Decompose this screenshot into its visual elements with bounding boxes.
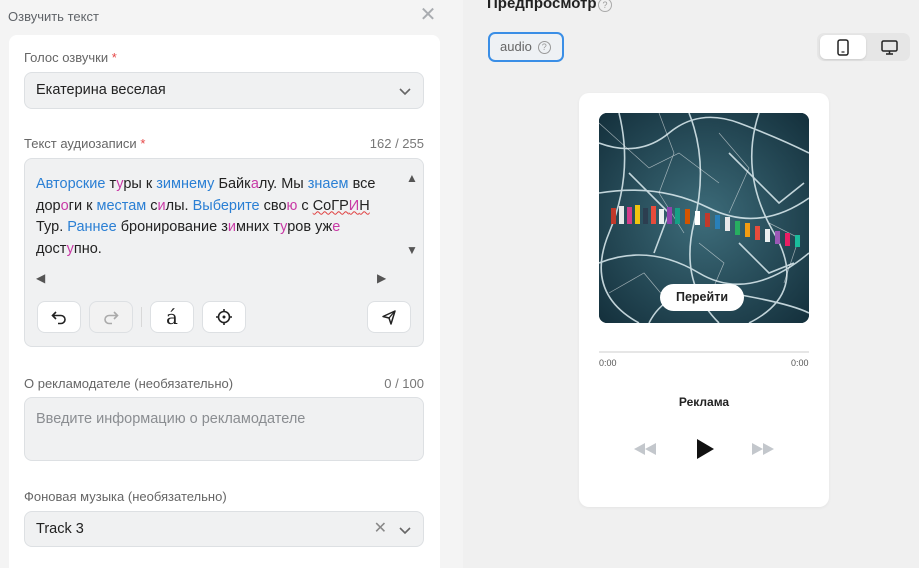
redo-button[interactable] (89, 301, 133, 333)
stress-accent-icon: á (166, 305, 178, 329)
word: Байкалу. (218, 176, 278, 192)
word: все (352, 176, 376, 192)
stress-mark[interactable]: о (61, 198, 69, 214)
voice-select[interactable]: Екатерина веселая (24, 72, 424, 109)
tab-audio-label: audio (500, 39, 532, 54)
vertical-scrollbar[interactable]: ▲ ▼ (401, 159, 423, 267)
monitor-icon (880, 39, 898, 55)
pronunciation-button[interactable] (367, 301, 411, 333)
advertiser-placeholder: Введите информацию о рекламодателе (36, 411, 306, 427)
scroll-down-icon[interactable]: ▼ (406, 243, 418, 257)
word: свою (263, 197, 298, 214)
word: бронирование (120, 219, 218, 235)
play-button[interactable] (692, 436, 718, 462)
stress-mark[interactable]: а (251, 176, 259, 192)
voiceover-panel: Озвучить текст ✕ Голос озвучки * Екатери… (0, 0, 453, 568)
highlight-word[interactable]: Авторские (36, 176, 105, 192)
stress-mark[interactable]: у (67, 241, 74, 257)
ad-label: Реклама (678, 395, 730, 409)
stress-mark[interactable]: и (158, 198, 166, 214)
crosshair-icon (216, 309, 232, 325)
word: Мы (281, 176, 304, 192)
ad-image: Перейти (599, 113, 809, 323)
stress-mark[interactable]: е (332, 219, 340, 235)
chevron-down-icon (399, 88, 411, 96)
scroll-left-icon[interactable]: ◀ (36, 271, 45, 285)
audio-text-label: Текст аудиозаписи * (24, 136, 145, 151)
device-toggle (817, 33, 910, 61)
audio-text-content[interactable]: Авторские туры к зимнему Байкалу. Мы зна… (36, 174, 396, 260)
stress-mark[interactable]: и (228, 219, 236, 235)
clear-icon[interactable]: ✕ (374, 521, 387, 537)
word: туры (109, 176, 142, 192)
preview-title: Предпросмотр (487, 0, 597, 12)
highlight-word[interactable]: Выберите (193, 198, 260, 214)
go-button[interactable]: Перейти (660, 284, 744, 311)
crosshair-button[interactable] (202, 301, 246, 333)
advertiser-counter: 0 / 100 (384, 376, 424, 391)
panel-title: Озвучить текст (8, 9, 99, 24)
chevron-down-icon (399, 527, 411, 535)
voice-label-text: Голос озвучки (24, 50, 109, 65)
rewind-icon (634, 443, 656, 455)
music-select-value: Track 3 (36, 521, 84, 537)
horizontal-scrollbar[interactable]: ◀ ▶ (25, 267, 423, 293)
time-end: 0:00 (791, 358, 809, 368)
word: Тур. (36, 219, 64, 235)
required-mark: * (111, 50, 117, 65)
undo-icon (51, 311, 66, 325)
required-mark: * (140, 136, 146, 151)
help-icon[interactable]: ? (598, 0, 612, 12)
word: силы. (150, 197, 189, 214)
music-select[interactable]: Track 3 ✕ (24, 511, 424, 547)
preview-panel: Предпросмотр ? audio? Перейти 0:00 0:00 … (463, 0, 919, 568)
fast-forward-icon (752, 443, 774, 455)
word: к (145, 176, 153, 192)
stress-accent-button[interactable]: á (150, 301, 194, 333)
scroll-right-icon[interactable]: ▶ (377, 271, 386, 285)
tab-audio[interactable]: audio? (488, 32, 564, 62)
device-mobile-button[interactable] (820, 35, 866, 59)
stress-mark[interactable]: ю (287, 198, 298, 214)
highlight-word[interactable]: знаем (308, 176, 349, 192)
audio-text-counter: 162 / 255 (369, 136, 424, 151)
device-desktop-button[interactable] (866, 35, 912, 59)
rewind-button[interactable] (632, 439, 658, 459)
word: зимних (221, 219, 270, 235)
close-icon[interactable]: ✕ (419, 5, 437, 25)
pronunciation-icon (382, 310, 396, 325)
redo-icon (104, 311, 119, 325)
music-label: Фоновая музыка (необязательно) (24, 489, 227, 504)
advertiser-input[interactable]: Введите информацию о рекламодателе (24, 397, 424, 461)
word: к (86, 197, 93, 214)
highlight-word[interactable]: зимнему (156, 176, 214, 192)
toolbar-divider (141, 307, 142, 327)
word: с (301, 197, 309, 214)
highlight-word[interactable]: Раннее (67, 219, 116, 235)
scroll-up-icon[interactable]: ▲ (406, 171, 418, 185)
fast-forward-button[interactable] (750, 439, 776, 459)
audio-text-label-text: Текст аудиозаписи (24, 136, 137, 151)
voice-label: Голос озвучки * (24, 50, 117, 65)
stress-mark[interactable]: И (349, 198, 359, 214)
word: дороги (36, 197, 83, 214)
play-icon (697, 439, 714, 459)
undo-button[interactable] (37, 301, 81, 333)
highlight-word[interactable]: местам (96, 198, 146, 214)
smartphone-icon (837, 38, 849, 56)
word: доступно. (36, 240, 102, 257)
audio-progress-bar[interactable] (599, 351, 809, 353)
word: туров (273, 219, 312, 235)
word: уже (315, 219, 341, 235)
time-start: 0:00 (599, 358, 617, 368)
voice-select-value: Екатерина веселая (36, 82, 166, 98)
ad-preview-card: Перейти 0:00 0:00 Реклама (579, 93, 829, 507)
advertiser-label: О рекламодателе (необязательно) (24, 376, 234, 391)
help-icon[interactable]: ? (537, 41, 551, 54)
misspelled-word[interactable]: СоГРИН (313, 198, 370, 214)
